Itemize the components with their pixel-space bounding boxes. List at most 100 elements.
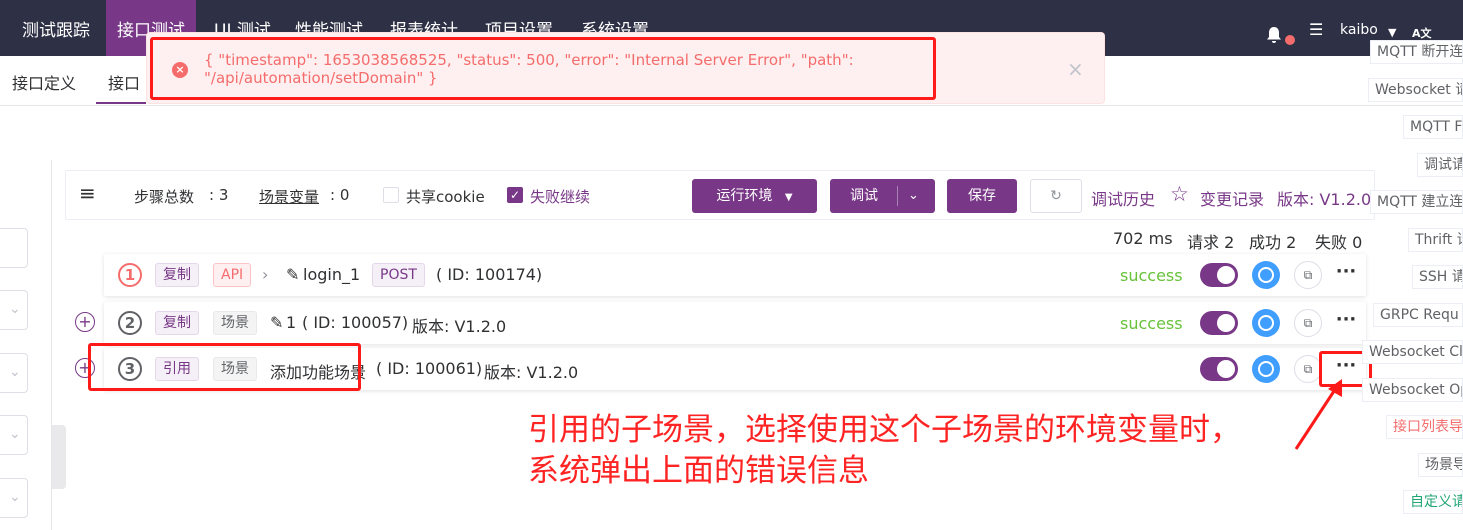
enable-toggle[interactable]	[1200, 357, 1238, 381]
left-select-1[interactable]: ⌄	[0, 290, 28, 330]
annotation-text: 引用的子场景，选择使用这个子场景的环境变量时， 系统弹出上面的错误信息	[528, 410, 1241, 492]
step-id: ( ID: 100174)	[436, 265, 543, 284]
share-cookie-checkbox[interactable]	[383, 187, 399, 203]
component-scenario-import[interactable]: 场景导	[1418, 453, 1463, 477]
component-thrift-request[interactable]: Thrift 请	[1408, 228, 1463, 252]
edit-icon[interactable]: ✎	[270, 313, 283, 332]
more-icon[interactable]: ···	[1334, 263, 1358, 287]
left-input[interactable]	[0, 228, 28, 268]
scenario-toolbar: ≡ 步骤总数 : 3 场景变量 : 0 共享cookie ✓ 失败继续 运行环境…	[65, 170, 1375, 220]
steps-total-value: : 3	[209, 186, 229, 204]
component-mqtt-connect[interactable]: MQTT 建立连	[1370, 190, 1463, 214]
step-version: 版本: V1.2.0	[412, 317, 507, 336]
component-api-list-import[interactable]: 接口列表导	[1386, 415, 1463, 439]
left-tree-panel: ⌄ ⌄ ⌄ ⌄	[0, 160, 52, 530]
copy-icon[interactable]: ⧉	[1294, 261, 1322, 289]
tab-api-automation[interactable]: 接口	[108, 70, 140, 94]
more-icon[interactable]: ···	[1334, 311, 1358, 335]
debug-label: 调试	[850, 188, 878, 204]
step-status: success	[1120, 314, 1183, 333]
step-kind-tag: 场景	[213, 357, 257, 381]
step-type-tag: 复制	[155, 263, 199, 287]
left-select-4[interactable]: ⌄	[0, 478, 28, 518]
enable-toggle[interactable]	[1200, 311, 1238, 335]
error-message-text: { "timestamp": 1653038568525, "status": …	[204, 51, 854, 87]
step-number: 2	[118, 311, 142, 335]
step-row[interactable]: 2 复制 场景 ✎ 1 ( ID: 100057) 版本: V1.2.0 suc…	[104, 302, 1366, 344]
refresh-icon: ↻	[1050, 188, 1062, 204]
step-number: 3	[118, 357, 142, 381]
total-time: 702 ms	[1113, 229, 1173, 248]
copy-icon[interactable]: ⧉	[1294, 309, 1322, 337]
scenario-variables-link[interactable]: 场景变量	[259, 186, 319, 207]
success-count: 成功 2	[1249, 233, 1297, 252]
http-method-tag: POST	[372, 263, 425, 287]
task-list-icon[interactable]: ☰	[1309, 20, 1323, 39]
step-type-tag: 引用	[155, 357, 199, 381]
fail-continue-checkbox[interactable]: ✓	[507, 187, 523, 203]
step-name: 1	[286, 313, 297, 332]
notification-dot	[1285, 35, 1295, 45]
component-websocket-close[interactable]: Websocket Clo	[1362, 340, 1463, 364]
run-step-button[interactable]	[1252, 355, 1280, 383]
step-name: 添加功能场景	[270, 363, 367, 382]
chevron-down-icon[interactable]: ⌄	[908, 179, 919, 213]
component-mqtt-publish[interactable]: MQTT F	[1403, 115, 1463, 139]
run-step-button[interactable]	[1252, 309, 1280, 337]
bell-icon[interactable]	[1266, 26, 1295, 45]
debug-button[interactable]: 调试 ⌄	[830, 179, 935, 213]
chevron-right-icon[interactable]: ›	[262, 265, 268, 284]
step-version: 版本: V1.2.0	[484, 363, 579, 382]
step-row[interactable]: 1 复制 API › ✎ login_1 POST ( ID: 100174) …	[104, 254, 1366, 296]
step-kind-tag: API	[213, 263, 252, 287]
annotation-arrow	[1294, 379, 1342, 450]
component-grpc-request[interactable]: GRPC Requ	[1373, 303, 1463, 327]
enable-toggle[interactable]	[1200, 263, 1238, 287]
caret-down-icon: ▼	[784, 192, 793, 203]
step-name: login_1	[303, 265, 361, 284]
step-kind-tag: 场景	[213, 311, 257, 335]
chevron-down-icon: ⌄	[9, 489, 21, 505]
debug-history-link[interactable]: 调试历史	[1091, 186, 1155, 210]
change-record-link[interactable]: 变更记录	[1200, 186, 1264, 210]
fail-continue-label: 失败继续	[530, 188, 591, 206]
chevron-down-icon: ⌄	[9, 301, 21, 317]
component-websocket-request[interactable]: Websocket 请	[1368, 78, 1463, 102]
error-icon: ×	[172, 62, 188, 78]
step-status: success	[1120, 266, 1183, 285]
step-row[interactable]: 3 引用 场景 添加功能场景 ( ID: 100061) 版本: V1.2.0 …	[104, 348, 1366, 390]
star-icon[interactable]: ☆	[1170, 182, 1189, 206]
component-debug-request[interactable]: 调试请	[1417, 153, 1463, 177]
run-step-button[interactable]	[1252, 261, 1280, 289]
edit-icon[interactable]: ✎	[286, 265, 299, 284]
left-select-3[interactable]: ⌄	[0, 415, 28, 455]
step-type-tag: 复制	[155, 311, 199, 335]
step-id: ( ID: 100057)	[302, 313, 409, 332]
share-cookie-label: 共享cookie	[406, 188, 485, 206]
menu-icon[interactable]: ≡	[79, 181, 96, 205]
step-number: 1	[118, 263, 142, 287]
component-mqtt-disconnect[interactable]: MQTT 断开连	[1370, 40, 1463, 64]
component-custom-request[interactable]: 自定义请	[1403, 490, 1463, 514]
left-select-2[interactable]: ⌄	[0, 353, 28, 393]
language-icon[interactable]: A文	[1412, 25, 1432, 41]
chevron-down-icon: ⌄	[9, 364, 21, 380]
expand-icon[interactable]: +	[75, 312, 95, 332]
save-button[interactable]: 保存	[947, 179, 1017, 213]
refresh-button[interactable]: ↻	[1030, 179, 1082, 213]
step-id: ( ID: 100061)	[376, 359, 483, 378]
collapse-handle[interactable]	[52, 425, 66, 489]
nav-test-tracking[interactable]: 测试跟踪	[22, 0, 90, 56]
steps-total-label: 步骤总数	[134, 188, 195, 206]
component-websocket-open[interactable]: Websocket Op	[1362, 378, 1463, 402]
split-divider	[897, 186, 898, 206]
close-icon[interactable]: ×	[1067, 57, 1084, 81]
component-ssh-request[interactable]: SSH 请	[1412, 265, 1463, 289]
run-environment-label: 运行环境	[716, 188, 773, 204]
user-dropdown-icon[interactable]: ▼	[1388, 26, 1396, 39]
expand-icon[interactable]: +	[75, 358, 95, 378]
tab-api-definition[interactable]: 接口定义	[12, 70, 76, 94]
version-label: 版本: V1.2.0	[1277, 190, 1372, 209]
user-name[interactable]: kaibo	[1340, 22, 1378, 38]
run-environment-button[interactable]: 运行环境 ▼	[692, 179, 817, 213]
